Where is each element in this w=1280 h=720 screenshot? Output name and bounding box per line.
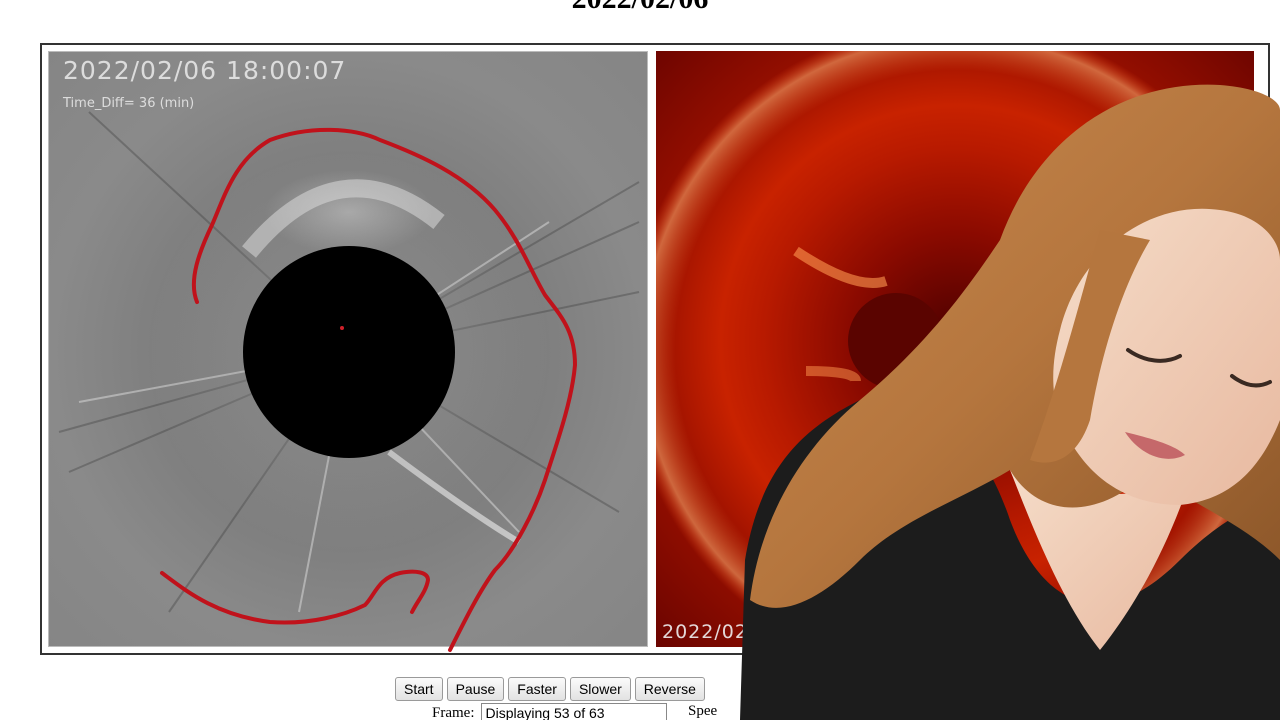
left-timestamp: 2022/02/06 18:00:07	[63, 56, 347, 85]
difference-image-canvas	[58, 111, 640, 613]
coronagraph-difference-image: 2022/02/06 18:00:07 Time_Diff= 36 (min)	[48, 51, 648, 647]
faster-button[interactable]: Faster	[508, 677, 566, 701]
page: 2022/02/06 18:00:07 Time_Diff= 36 (min) …	[0, 0, 1280, 720]
red-image-canvas	[656, 51, 1254, 647]
date-title: 2022/02/06	[0, 0, 1280, 16]
occulter-disk-red	[848, 293, 944, 389]
slower-button[interactable]: Slower	[569, 677, 631, 701]
frame-label: Frame:	[432, 704, 475, 720]
playback-controls: Start Pause Faster Slower Reverse	[395, 677, 705, 701]
coronagraph-red-image: 2022/02	[656, 51, 1254, 647]
occulter-disk	[243, 246, 455, 458]
reverse-button[interactable]: Reverse	[634, 677, 705, 701]
corona-rim	[656, 51, 1254, 647]
pause-button[interactable]: Pause	[446, 677, 505, 701]
right-timestamp: 2022/02	[662, 621, 748, 643]
time-difference-label: Time_Diff= 36 (min)	[63, 96, 195, 111]
speed-label: Spee	[688, 703, 718, 719]
start-button[interactable]: Start	[395, 677, 443, 701]
frame-status-row: Frame:	[432, 703, 667, 720]
sun-center-marker	[340, 326, 344, 330]
movie-frame: 2022/02/06 18:00:07 Time_Diff= 36 (min)	[40, 43, 1270, 655]
frame-display-field[interactable]	[480, 703, 667, 720]
